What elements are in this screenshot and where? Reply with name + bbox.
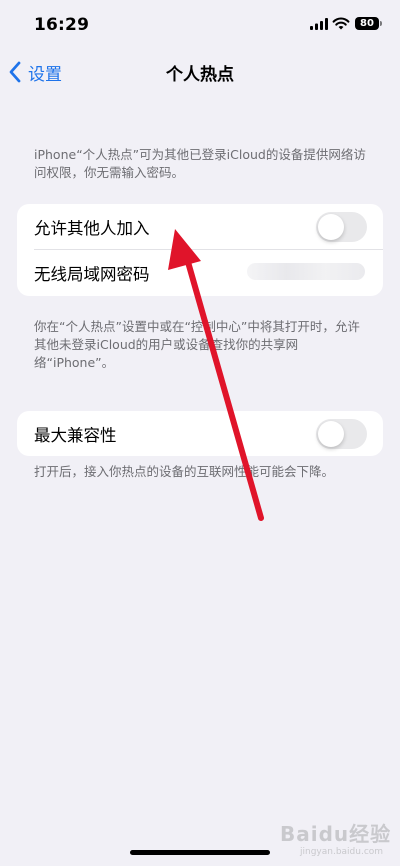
hotspot-settings-card: 允许其他人加入 无线局域网密码 xyxy=(17,204,383,296)
compatibility-footnote: 打开后，接入你热点的设备的互联网性能可能会下降。 xyxy=(34,464,335,479)
hotspot-footnote: 你在“个人热点”设置中或在“控制中心”中将其打开时，允许其他未登录iCloud的… xyxy=(34,319,360,370)
max-compatibility-row: 最大兼容性 xyxy=(17,411,383,456)
navigation-bar: 设置 个人热点 xyxy=(0,56,400,88)
allow-others-toggle[interactable] xyxy=(316,212,367,242)
page-title: 个人热点 xyxy=(166,65,234,85)
wifi-password-row[interactable]: 无线局域网密码 xyxy=(17,249,383,296)
battery-icon: 80 xyxy=(355,17,379,30)
intro-description: iPhone“个人热点”可为其他已登录iCloud的设备提供网络访问权限，你无需… xyxy=(34,147,366,180)
status-bar: 16:29 80 xyxy=(0,0,400,50)
allow-others-label: 允许其他人加入 xyxy=(34,218,150,238)
toggle-knob xyxy=(318,214,344,240)
battery-nub xyxy=(380,21,382,26)
allow-others-row: 允许其他人加入 xyxy=(17,204,383,249)
toggle-knob xyxy=(318,421,344,447)
wifi-icon xyxy=(332,17,350,30)
max-compatibility-label: 最大兼容性 xyxy=(34,425,117,445)
wifi-password-label: 无线局域网密码 xyxy=(34,264,150,284)
watermark-title: Baidu经验 xyxy=(280,822,392,846)
status-time: 16:29 xyxy=(34,15,90,35)
signal-icon xyxy=(310,18,328,30)
max-compatibility-toggle[interactable] xyxy=(316,419,367,449)
wifi-password-value-blurred xyxy=(247,263,365,280)
watermark-url: jingyan.baidu.com xyxy=(300,847,384,857)
watermark: Baidu经验 jingyan.baidu.com xyxy=(280,818,391,857)
compatibility-card: 最大兼容性 xyxy=(17,411,383,456)
home-indicator[interactable] xyxy=(130,850,270,855)
